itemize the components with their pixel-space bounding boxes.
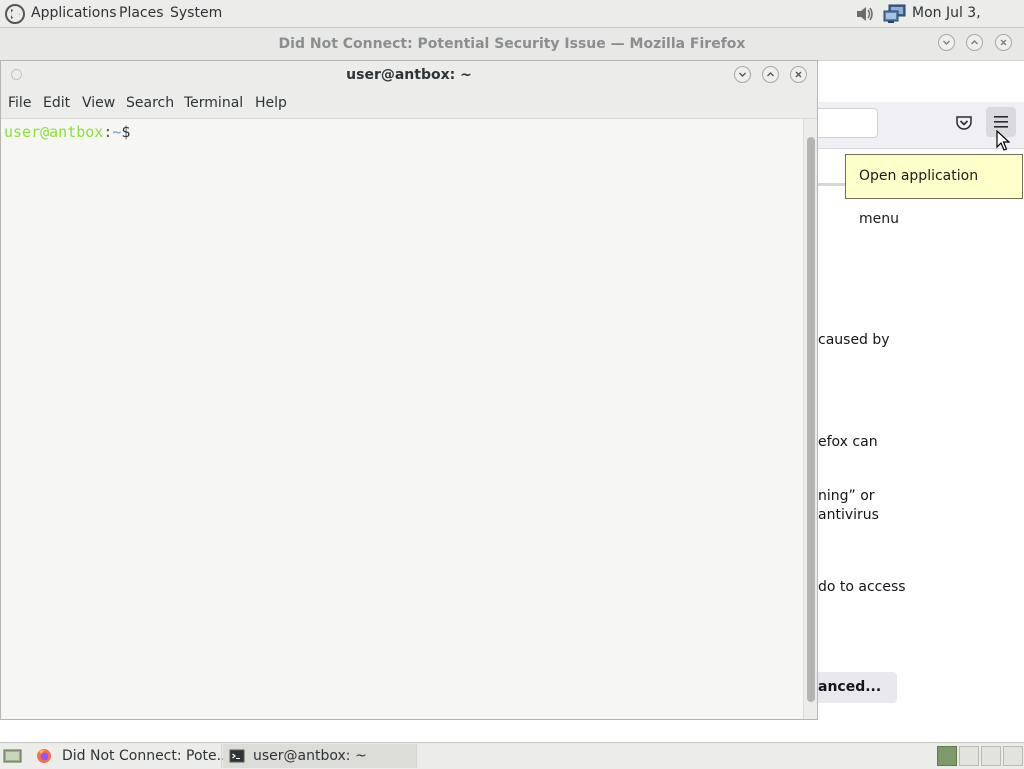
taskbar-item-label: user@antbox: ~ — [253, 748, 367, 764]
menu-edit[interactable]: Edit — [43, 89, 70, 118]
workspace-2[interactable] — [959, 746, 979, 766]
mouse-cursor-icon — [996, 130, 1010, 152]
distro-logo-icon[interactable] — [4, 3, 26, 25]
scrollbar-thumb[interactable] — [807, 137, 815, 702]
menu-terminal[interactable]: Terminal — [184, 89, 243, 118]
page-divider — [818, 183, 846, 186]
menu-file[interactable]: File — [8, 89, 31, 118]
error-text-line: ning” or — [818, 488, 875, 504]
shell-prompt: user@antbox:~$ — [4, 122, 130, 142]
taskbar-item-firefox[interactable]: Did Not Connect: Pote... — [30, 744, 230, 768]
workspace-1[interactable] — [937, 746, 957, 766]
terminal-icon — [229, 748, 245, 764]
error-text-line: do to access — [818, 579, 906, 595]
prompt-user-host: user@antbox — [4, 123, 104, 141]
firefox-window-title: Did Not Connect: Potential Security Issu… — [278, 36, 746, 52]
applications-menu[interactable]: Applications — [31, 0, 117, 27]
bottom-panel: Did Not Connect: Pote... user@antbox: ~ — [0, 742, 1024, 769]
terminal-window-title: user@antbox: ~ — [346, 67, 472, 83]
firefox-maximize-button[interactable] — [966, 34, 983, 51]
menu-view[interactable]: View — [82, 89, 115, 118]
terminal-output[interactable]: user@antbox:~$ — [1, 119, 803, 719]
pocket-icon[interactable] — [954, 113, 974, 133]
terminal-close-button[interactable] — [790, 66, 807, 83]
terminal-menubar: File Edit View Search Terminal Help — [1, 89, 817, 119]
taskbar-item-label: Did Not Connect: Pote... — [62, 748, 230, 764]
prompt-symbol: $ — [121, 123, 131, 141]
terminal-maximize-button[interactable] — [762, 66, 779, 83]
terminal-minimize-button[interactable] — [734, 66, 751, 83]
firefox-icon — [36, 748, 52, 764]
menu-search[interactable]: Search — [126, 89, 174, 118]
top-panel: Applications Places System Mon Jul 3, 04… — [0, 0, 1024, 48]
error-text-line: caused by — [818, 332, 890, 348]
taskbar-item-terminal[interactable]: user@antbox: ~ — [223, 744, 417, 768]
network-icon[interactable] — [883, 4, 907, 24]
error-text-line: antivirus — [818, 507, 879, 523]
system-menu[interactable]: System — [170, 0, 222, 27]
app-menu-tooltip: Open application menu — [845, 154, 1023, 227]
firefox-titlebar[interactable]: Did Not Connect: Potential Security Issu… — [0, 28, 1024, 61]
firefox-minimize-button[interactable] — [938, 34, 955, 51]
workspace-3[interactable] — [981, 746, 1001, 766]
menu-help[interactable]: Help — [255, 89, 287, 118]
workspace-4[interactable] — [1003, 746, 1023, 766]
advanced-button[interactable]: anced... — [808, 672, 897, 703]
places-menu[interactable]: Places — [119, 0, 164, 27]
volume-icon[interactable] — [855, 5, 875, 23]
firefox-close-button[interactable] — [995, 34, 1012, 51]
terminal-titlebar[interactable]: user@antbox: ~ — [1, 61, 817, 89]
terminal-window: user@antbox: ~ File Edit View Search Ter… — [0, 60, 818, 720]
show-desktop-icon[interactable] — [3, 748, 22, 764]
terminal-scrollbar[interactable] — [803, 119, 817, 719]
error-text-line: efox can — [818, 434, 878, 450]
